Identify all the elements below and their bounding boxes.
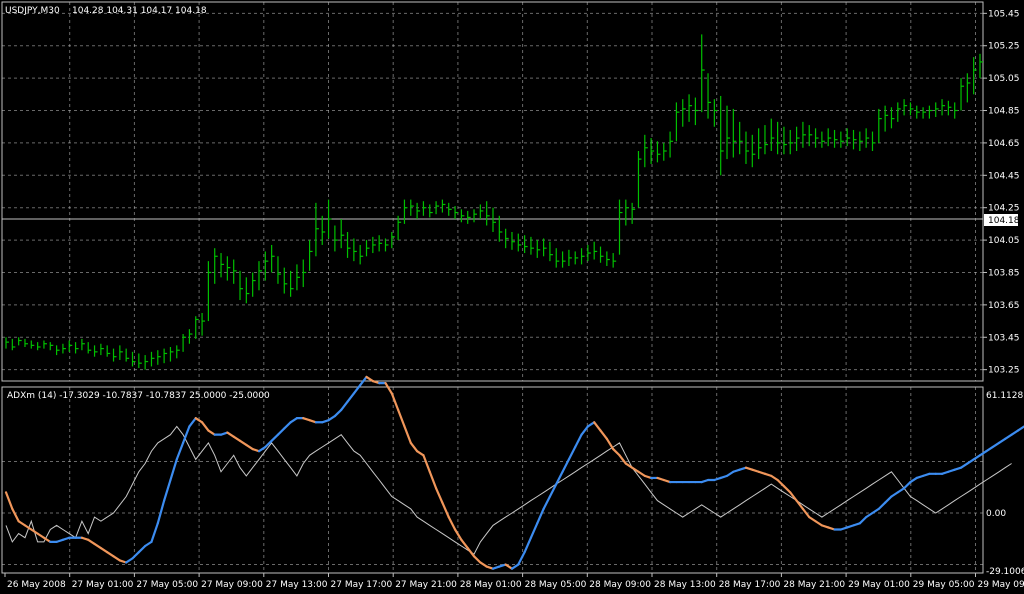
price-axis-label: 104.45 xyxy=(988,171,1020,181)
price-axis-label: 104.65 xyxy=(988,139,1020,149)
time-axis-label: 27 May 01:00 xyxy=(72,580,134,590)
time-axis-label: 28 May 09:00 xyxy=(589,580,651,590)
time-axis-label: 26 May 2008 xyxy=(7,580,66,590)
price-axis-label: 104.05 xyxy=(988,236,1020,246)
time-axis-label: 27 May 09:00 xyxy=(201,580,263,590)
chart-background xyxy=(0,0,1024,594)
price-axis-label: 103.25 xyxy=(988,366,1020,376)
price-axis-label: 105.25 xyxy=(988,42,1020,52)
price-axis-label: 105.05 xyxy=(988,74,1020,84)
time-axis-label: 29 May 05:00 xyxy=(913,580,975,590)
current-price-label: 104.18 xyxy=(988,216,1020,226)
price-axis-label: 103.65 xyxy=(988,301,1020,311)
indicator-axis-label: -29.1006 xyxy=(986,567,1024,577)
ohlc-header: 104.28 104.31 104.17 104.18 xyxy=(72,6,207,16)
price-axis-label: 103.85 xyxy=(988,268,1020,278)
time-axis-label: 27 May 13:00 xyxy=(266,580,328,590)
indicator-header: ADXm (14) -17.3029 -10.7837 -10.7837 25.… xyxy=(7,391,270,401)
price-axis-label: 104.25 xyxy=(988,204,1020,214)
time-axis-label: 27 May 17:00 xyxy=(331,580,393,590)
time-axis-label: 28 May 05:00 xyxy=(525,580,587,590)
chart-canvas[interactable]: 105.45 105.25 105.05 104.85 104.65 104.45 104.… xyxy=(0,0,1024,594)
time-axis-label: 29 May 09:00 xyxy=(978,580,1024,590)
time-axis-label: 29 May 01:00 xyxy=(848,580,910,590)
indicator-axis-label: 0.00 xyxy=(986,509,1006,519)
time-axis-label: 27 May 05:00 xyxy=(136,580,198,590)
symbol-header: USDJPY,M30 xyxy=(5,6,60,16)
time-axis-label: 28 May 13:00 xyxy=(654,580,716,590)
indicator-axis-label: 61.1128 xyxy=(986,391,1023,401)
time-axis-label: 28 May 01:00 xyxy=(460,580,522,590)
price-axis-label: 103.45 xyxy=(988,333,1020,343)
time-axis-label: 27 May 21:00 xyxy=(395,580,457,590)
time-axis-label: 28 May 21:00 xyxy=(783,580,845,590)
price-axis-label: 105.45 xyxy=(988,9,1020,19)
time-axis-label: 28 May 17:00 xyxy=(719,580,781,590)
price-axis-label: 104.85 xyxy=(988,107,1020,117)
